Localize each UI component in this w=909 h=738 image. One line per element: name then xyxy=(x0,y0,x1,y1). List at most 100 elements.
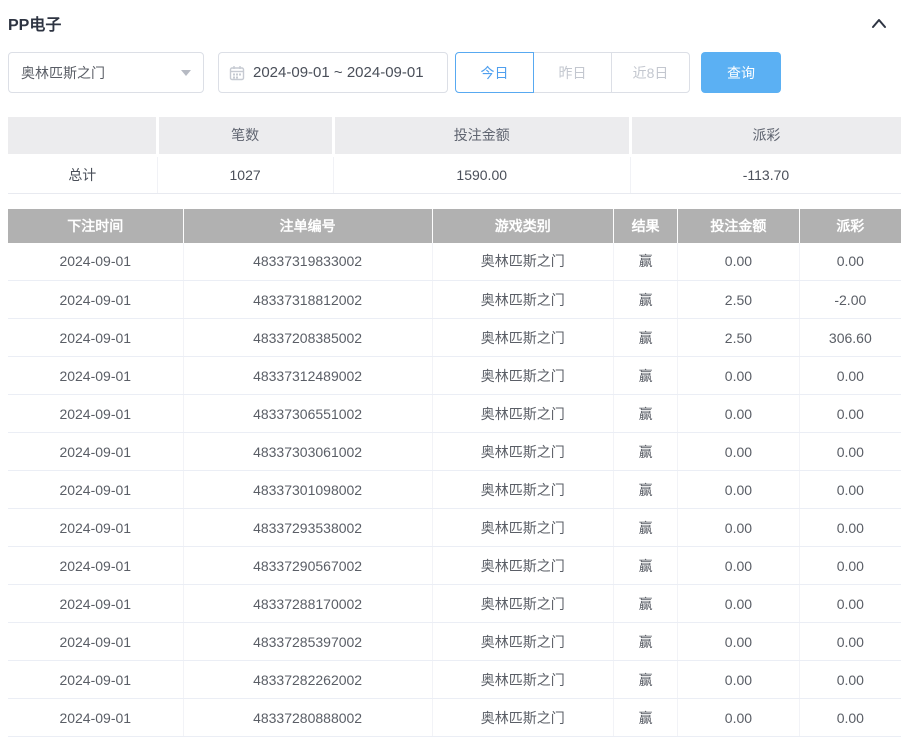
cell-game-type: 奥林匹斯之门 xyxy=(432,356,614,395)
game-select[interactable]: 奥林匹斯之门 xyxy=(8,52,204,93)
cell-game-type: 奥林匹斯之门 xyxy=(432,242,614,281)
records-header-order-id: 注单编号 xyxy=(183,208,433,243)
cell-payout: -2.00 xyxy=(799,280,901,319)
cell-bet-time: 2024-09-01 xyxy=(8,242,184,281)
summary-header-payout: 派彩 xyxy=(630,117,901,157)
filter-bar: 奥林匹斯之门 2024-09-01 ~ 2024-09-01 今日 昨日 近8日… xyxy=(8,52,901,93)
panel-title: PP电子 xyxy=(8,16,62,34)
cell-order-id: 48337282262002 xyxy=(183,660,433,699)
cell-payout: 0.00 xyxy=(799,356,901,395)
cell-order-id: 48337318812002 xyxy=(183,280,433,319)
cell-game-type: 奥林匹斯之门 xyxy=(432,394,614,433)
cell-bet-time: 2024-09-01 xyxy=(8,584,184,623)
calendar-icon xyxy=(229,65,245,81)
cell-order-id: 48337285397002 xyxy=(183,622,433,661)
summary-total-label: 总计 xyxy=(8,155,158,194)
cell-order-id: 48337290567002 xyxy=(183,546,433,585)
cell-game-type: 奥林匹斯之门 xyxy=(432,584,614,623)
summary-table: 笔数 投注金额 派彩 总计 1027 1590.00 -113.70 xyxy=(8,117,901,194)
records-header-row: 下注时间 注单编号 游戏类别 结果 投注金额 派彩 xyxy=(8,208,901,243)
cell-bet-time: 2024-09-01 xyxy=(8,394,184,433)
cell-bet-time: 2024-09-01 xyxy=(8,280,184,319)
cell-bet-time: 2024-09-01 xyxy=(8,622,184,661)
cell-payout: 0.00 xyxy=(799,242,901,281)
quick-range-yesterday-button[interactable]: 昨日 xyxy=(533,52,612,93)
records-header-payout: 派彩 xyxy=(799,208,901,243)
cell-order-id: 48337312489002 xyxy=(183,356,433,395)
table-row: 2024-09-01 48337288170002 奥林匹斯之门赢 0.00 0.00 xyxy=(8,584,901,623)
records-header-game-type: 游戏类别 xyxy=(432,208,614,243)
summary-total-payout: -113.70 xyxy=(630,155,901,194)
table-row: 2024-09-01 48337306551002 奥林匹斯之门赢 0.00 0.00 xyxy=(8,394,901,433)
cell-bet-amount: 0.00 xyxy=(677,356,800,395)
summary-header-row: 笔数 投注金额 派彩 xyxy=(8,117,901,157)
cell-bet-time: 2024-09-01 xyxy=(8,698,184,737)
records-header-bet-amount: 投注金额 xyxy=(677,208,800,243)
summary-header-empty xyxy=(8,117,159,157)
cell-order-id: 48337319833002 xyxy=(183,242,433,281)
cell-order-id: 48337301098002 xyxy=(183,470,433,509)
cell-payout: 0.00 xyxy=(799,660,901,699)
table-row: 2024-09-01 48337312489002 奥林匹斯之门赢 0.00 0.00 xyxy=(8,356,901,395)
panel-header: PP电子 xyxy=(8,0,901,34)
cell-bet-amount: 2.50 xyxy=(677,318,800,357)
cell-result: 赢 xyxy=(613,470,679,509)
table-row: 2024-09-01 48337318812002 奥林匹斯之门赢 2.50 -2.00 xyxy=(8,280,901,319)
cell-bet-time: 2024-09-01 xyxy=(8,432,184,471)
cell-result: 赢 xyxy=(613,584,679,623)
cell-game-type: 奥林匹斯之门 xyxy=(432,660,614,699)
table-row: 2024-09-01 48337290567002 奥林匹斯之门赢 0.00 0.00 xyxy=(8,546,901,585)
date-range-value: 2024-09-01 ~ 2024-09-01 xyxy=(253,64,424,81)
cell-payout: 0.00 xyxy=(799,470,901,509)
cell-bet-time: 2024-09-01 xyxy=(8,470,184,509)
cell-order-id: 48337288170002 xyxy=(183,584,433,623)
cell-bet-amount: 0.00 xyxy=(677,508,800,547)
cell-payout: 0.00 xyxy=(799,698,901,737)
cell-bet-time: 2024-09-01 xyxy=(8,356,184,395)
cell-result: 赢 xyxy=(613,394,679,433)
summary-total-row: 总计 1027 1590.00 -113.70 xyxy=(8,155,901,194)
pp-dianzi-panel: PP电子 奥林匹斯之门 2024-09-01 ~ 2024-09-01 今日 昨… xyxy=(0,0,909,738)
summary-header-bet-amount: 投注金额 xyxy=(333,117,632,157)
cell-bet-amount: 2.50 xyxy=(677,280,800,319)
chevron-down-icon xyxy=(181,69,191,76)
cell-bet-time: 2024-09-01 xyxy=(8,318,184,357)
cell-result: 赢 xyxy=(613,660,679,699)
cell-order-id: 48337306551002 xyxy=(183,394,433,433)
cell-order-id: 48337280888002 xyxy=(183,698,433,737)
cell-result: 赢 xyxy=(613,546,679,585)
records-table: 下注时间 注单编号 游戏类别 结果 投注金额 派彩 2024-09-01 4833… xyxy=(8,208,901,737)
cell-bet-time: 2024-09-01 xyxy=(8,660,184,699)
cell-bet-time: 2024-09-01 xyxy=(8,508,184,547)
cell-order-id: 48337303061002 xyxy=(183,432,433,471)
cell-result: 赢 xyxy=(613,280,679,319)
cell-result: 赢 xyxy=(613,242,679,281)
cell-game-type: 奥林匹斯之门 xyxy=(432,508,614,547)
date-range-picker[interactable]: 2024-09-01 ~ 2024-09-01 xyxy=(218,52,448,93)
cell-game-type: 奥林匹斯之门 xyxy=(432,546,614,585)
quick-range-last8days-button[interactable]: 近8日 xyxy=(611,52,690,93)
collapse-panel-button[interactable] xyxy=(871,17,887,29)
cell-result: 赢 xyxy=(613,698,679,737)
cell-order-id: 48337293538002 xyxy=(183,508,433,547)
cell-order-id: 48337208385002 xyxy=(183,318,433,357)
cell-game-type: 奥林匹斯之门 xyxy=(432,470,614,509)
table-row: 2024-09-01 48337301098002 奥林匹斯之门赢 0.00 0.00 xyxy=(8,470,901,509)
cell-bet-amount: 0.00 xyxy=(677,698,800,737)
cell-game-type: 奥林匹斯之门 xyxy=(432,280,614,319)
cell-bet-amount: 0.00 xyxy=(677,432,800,471)
cell-bet-amount: 0.00 xyxy=(677,470,800,509)
table-row: 2024-09-01 48337293538002 奥林匹斯之门赢 0.00 0.00 xyxy=(8,508,901,547)
records-header-bet-time: 下注时间 xyxy=(8,208,184,243)
cell-game-type: 奥林匹斯之门 xyxy=(432,698,614,737)
game-select-value: 奥林匹斯之门 xyxy=(21,64,105,81)
cell-payout: 0.00 xyxy=(799,394,901,433)
cell-bet-amount: 0.00 xyxy=(677,394,800,433)
cell-payout: 306.60 xyxy=(799,318,901,357)
table-row: 2024-09-01 48337208385002 奥林匹斯之门赢 2.50 306.6… xyxy=(8,318,901,357)
quick-range-today-button[interactable]: 今日 xyxy=(455,52,534,93)
cell-result: 赢 xyxy=(613,318,679,357)
query-button[interactable]: 查询 xyxy=(701,52,781,93)
cell-bet-time: 2024-09-01 xyxy=(8,546,184,585)
cell-result: 赢 xyxy=(613,508,679,547)
